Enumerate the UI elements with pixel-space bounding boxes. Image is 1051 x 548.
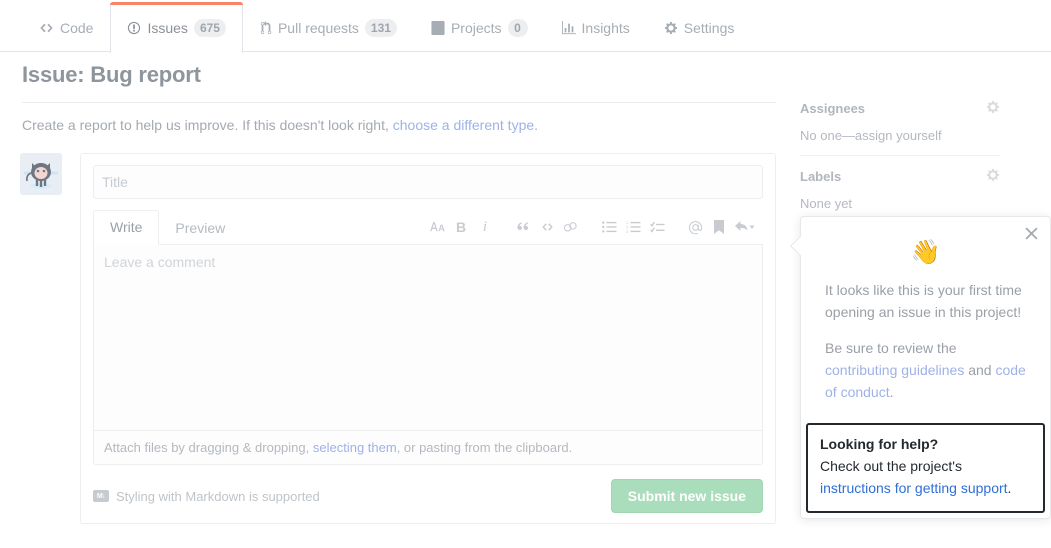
- assignees-label: Assignees: [800, 101, 866, 116]
- first-time-contributor-popup: 👋 It looks like this is your first time …: [790, 216, 1051, 519]
- issue-title-input[interactable]: [93, 165, 763, 199]
- issue-composer: Write Preview B i: [80, 153, 776, 524]
- popup-body: 👋 It looks like this is your first time …: [801, 217, 1050, 403]
- mention-icon[interactable]: [683, 216, 707, 238]
- reply-icon[interactable]: [731, 216, 759, 238]
- nav-tab-label: Issues: [147, 20, 188, 36]
- svg-text:3: 3: [626, 229, 629, 233]
- looking-for-help-box: Looking for help? Check out the project'…: [806, 423, 1045, 513]
- popup-paragraph-first-time: It looks like this is your first time op…: [825, 282, 1022, 320]
- nav-tab-code[interactable]: Code: [22, 2, 110, 52]
- quote-icon[interactable]: [511, 216, 535, 238]
- markdown-toolbar: B i 1 2 3: [425, 216, 759, 238]
- p2-before: Be sure to review the: [825, 340, 957, 356]
- git-pull-request-icon: [260, 20, 272, 35]
- nav-tab-label: Pull requests: [277, 19, 359, 36]
- octocat-icon: [20, 153, 62, 195]
- selecting-them-link[interactable]: selecting them: [313, 440, 397, 455]
- file-dropzone[interactable]: Attach files by dragging & dropping, sel…: [94, 430, 762, 464]
- page-subtext: Create a report to help us improve. If t…: [22, 117, 776, 133]
- issue-opened-icon: [127, 21, 141, 35]
- github-new-issue-page: Code Issues 675 Pull requests 131 Projec…: [0, 0, 1051, 548]
- projects-counter: 0: [507, 18, 528, 37]
- form-actions: M↓ Styling with Markdown is supported Su…: [93, 479, 763, 513]
- project-icon: [431, 20, 445, 35]
- page-header: Issue: Bug report Create a report to hel…: [22, 62, 776, 133]
- contributing-guidelines-link[interactable]: contributing guidelines: [825, 362, 964, 378]
- dropzone-after: , or pasting from the clipboard.: [396, 440, 573, 455]
- labels-header: Labels: [800, 168, 1000, 185]
- gear-icon: [664, 21, 678, 35]
- comment-textarea[interactable]: [94, 245, 762, 430]
- help-before: Check out the project's: [820, 458, 962, 474]
- markdown-support-note: M↓ Styling with Markdown is supported: [93, 489, 320, 504]
- write-preview-tabnav: Write Preview B i 1 2 3: [93, 210, 763, 245]
- nav-tab-label: Settings: [683, 19, 735, 36]
- graph-icon: [561, 20, 576, 35]
- nav-tab-label: Insights: [581, 19, 630, 36]
- close-icon[interactable]: [1025, 227, 1038, 244]
- popup-paragraph-review: Be sure to review the contributing guide…: [825, 337, 1026, 403]
- help-title: Looking for help?: [820, 436, 939, 452]
- sidebar-divider: [800, 155, 1000, 156]
- nav-tab-settings[interactable]: Settings: [647, 2, 752, 52]
- issue-sidebar: Assignees No one—assign yourself Labels …: [800, 100, 1000, 223]
- markdown-note-label: Styling with Markdown is supported: [116, 488, 320, 504]
- gear-icon[interactable]: [986, 100, 1000, 117]
- link-icon[interactable]: [559, 216, 583, 238]
- assignees-value[interactable]: No one—assign yourself: [800, 128, 1000, 143]
- dropzone-before: Attach files by dragging & dropping,: [104, 440, 313, 455]
- issues-counter: 675: [193, 19, 226, 37]
- submit-new-issue-button[interactable]: Submit new issue: [610, 479, 763, 513]
- assignees-header: Assignees: [800, 100, 1000, 117]
- unordered-list-icon[interactable]: [597, 216, 621, 238]
- labels-value[interactable]: None yet: [800, 196, 1000, 211]
- italic-icon[interactable]: i: [473, 216, 497, 238]
- p2-mid: and: [964, 362, 996, 378]
- comment-body-wrap: Attach files by dragging & dropping, sel…: [93, 245, 763, 465]
- subtext-after: .: [534, 117, 539, 133]
- page-title: Issue: Bug report: [22, 62, 201, 87]
- wave-emoji-icon: 👋: [910, 239, 941, 266]
- tab-preview[interactable]: Preview: [159, 212, 241, 245]
- help-after: .: [1007, 480, 1012, 496]
- nav-tab-projects[interactable]: Projects 0: [414, 2, 545, 52]
- instructions-for-getting-support-link[interactable]: instructions for getting support: [820, 480, 1008, 496]
- p2-after: .: [889, 384, 894, 400]
- nav-tab-issues[interactable]: Issues 675: [110, 2, 243, 53]
- ordered-list-icon[interactable]: 123: [621, 216, 645, 238]
- heading-icon[interactable]: [425, 216, 449, 238]
- nav-tab-insights[interactable]: Insights: [545, 2, 647, 52]
- avatar: [20, 153, 62, 195]
- code-icon[interactable]: [535, 216, 559, 238]
- saved-reply-icon[interactable]: [707, 216, 731, 238]
- nav-tab-label: Projects: [450, 19, 502, 36]
- code-icon: [39, 21, 54, 35]
- nav-tab-label: Code: [60, 19, 94, 36]
- task-list-icon[interactable]: [645, 216, 669, 238]
- tab-write[interactable]: Write: [93, 210, 160, 245]
- repo-nav: Code Issues 675 Pull requests 131 Projec…: [0, 0, 1051, 53]
- nav-tab-pull-requests[interactable]: Pull requests 131: [243, 2, 414, 52]
- labels-label: Labels: [800, 169, 842, 184]
- header-divider: [22, 102, 776, 103]
- bold-icon[interactable]: B: [449, 216, 473, 238]
- gear-icon[interactable]: [986, 168, 1000, 185]
- markdown-icon: M↓: [93, 490, 109, 502]
- sidebar-section-assignees: Assignees No one—assign yourself: [800, 100, 1000, 168]
- sidebar-section-labels: Labels None yet: [800, 168, 1000, 223]
- help-text: Check out the project's instructions for…: [820, 455, 1031, 499]
- subtext-before: Create a report to help us improve. If t…: [22, 117, 393, 133]
- choose-different-type-link[interactable]: choose a different type: [393, 117, 534, 133]
- pull-requests-counter: 131: [364, 18, 397, 37]
